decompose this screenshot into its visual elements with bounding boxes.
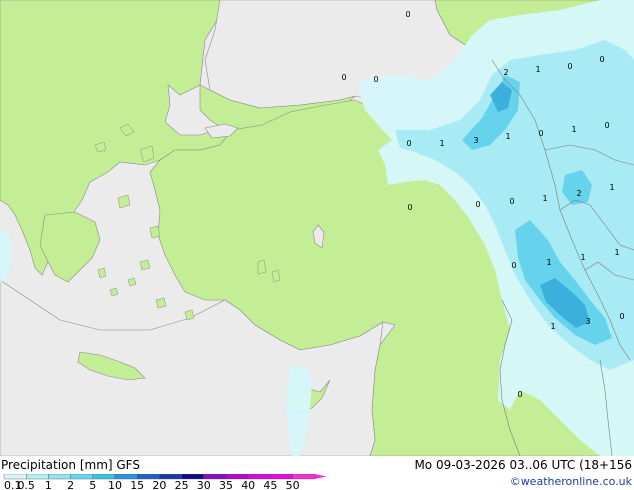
precip-value-label: 1 (614, 248, 619, 257)
credit-link[interactable]: ©weatheronline.co.uk (510, 475, 632, 489)
scale-label: 2 (67, 479, 74, 490)
precip-value-label: 0 (475, 200, 480, 209)
precip-value-label: 0 (511, 261, 516, 270)
scale-label: 45 (263, 479, 277, 490)
precip-value-label: 1 (571, 125, 576, 134)
scale-label: 30 (197, 479, 211, 490)
precip-value-label: 0 (406, 139, 411, 148)
scale-end-arrow (314, 474, 327, 479)
precip-value-label: 1 (546, 258, 551, 267)
precip-value-label: 0 (405, 10, 410, 19)
weather-map-view: 0002100013101000012101111300 Precipitati… (0, 0, 634, 490)
precip-value-label: 1 (550, 322, 555, 331)
scale-label: 10 (108, 479, 122, 490)
precipitation-map: 0 0 0 2 1 0 0 0 1 3 1 0 1 0 0 0 0 1 2 1 0 1 1 1 1 3 0 0 (0, 0, 634, 456)
precip-value-label: 0 (373, 75, 378, 84)
precip-value-label: 0 (517, 390, 522, 399)
scale-label: 5 (89, 479, 96, 490)
scale-label: 35 (219, 479, 233, 490)
precip-value-label: 2 (503, 68, 508, 77)
color-scale-legend: 0.10.5 1 2 5 10 15 20 25 30 35 40 45 50 (3, 474, 327, 490)
precip-value-label: 0 (538, 129, 543, 138)
precip-value-label: 2 (576, 189, 581, 198)
scale-label: 25 (175, 479, 189, 490)
precip-value-label: 1 (542, 194, 547, 203)
scale-label: 15 (130, 479, 144, 490)
scale-label: 50 (286, 479, 300, 490)
precip-value-label: 1 (580, 253, 585, 262)
precip-value-label: 1 (505, 132, 510, 141)
precip-value-label: 0 (619, 312, 624, 321)
precip-value-label: 0 (509, 197, 514, 206)
precip-value-label: 0 (567, 62, 572, 71)
scale-label: 1 (45, 479, 52, 490)
precip-value-label: 0 (599, 55, 604, 64)
precip-value-label: 0 (407, 203, 412, 212)
precip-value-label: 0 (341, 73, 346, 82)
map-title: Precipitation [mm] GFS (1, 458, 140, 472)
precip-value-label: 0 (604, 121, 609, 130)
footer-bar: Precipitation [mm] GFS Mo 09-03-2026 03.… (0, 456, 634, 490)
precip-value-label: 1 (439, 139, 444, 148)
color-scale-labels: 0.10.5 1 2 5 10 15 20 25 30 35 40 45 50 (4, 479, 300, 490)
precip-value-label: 1 (535, 65, 540, 74)
scale-label: 40 (241, 479, 255, 490)
precip-value-label: 3 (473, 136, 478, 145)
scale-label: 0.5 (17, 479, 35, 490)
precip-value-label: 1 (609, 183, 614, 192)
forecast-datetime: Mo 09-03-2026 03..06 UTC (18+156 (414, 458, 632, 472)
precip-value-label: 3 (585, 317, 590, 326)
scale-label: 20 (152, 479, 166, 490)
